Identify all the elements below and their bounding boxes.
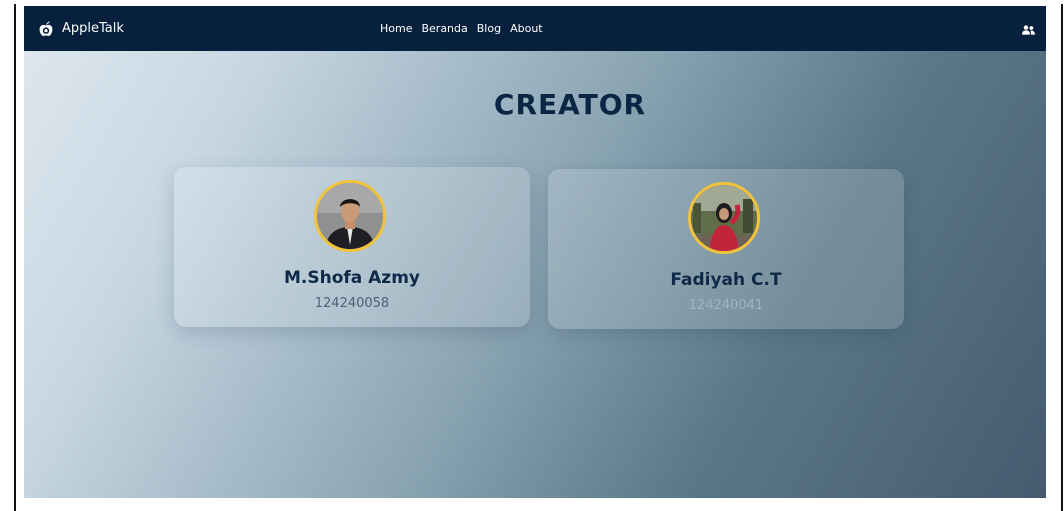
window-border-right <box>1061 4 1063 511</box>
profile-photo-icon <box>317 183 383 249</box>
nav-links: Home Beranda Blog About <box>380 6 543 51</box>
navbar: AppleTalk Home Beranda Blog About <box>24 6 1046 51</box>
profile-photo-icon <box>691 185 757 251</box>
avatar <box>688 182 760 254</box>
nav-link-beranda[interactable]: Beranda <box>421 22 467 35</box>
page-viewport: AppleTalk Home Beranda Blog About CREATO… <box>24 6 1046 498</box>
users-button[interactable] <box>1020 21 1036 37</box>
creator-card: Fadiyah C.T 124240041 <box>548 169 904 329</box>
window-border-left <box>14 4 16 511</box>
creator-name: M.Shofa Azmy <box>283 268 421 288</box>
users-icon <box>1021 20 1035 39</box>
screenshot-frame: AppleTalk Home Beranda Blog About CREATO… <box>0 0 1064 511</box>
page-title: CREATOR <box>493 88 647 121</box>
nav-link-home[interactable]: Home <box>380 22 412 35</box>
brand-name: AppleTalk <box>62 21 124 36</box>
brand-link[interactable]: AppleTalk <box>38 6 124 51</box>
nav-link-blog[interactable]: Blog <box>477 22 501 35</box>
nav-link-about[interactable]: About <box>510 22 543 35</box>
avatar <box>314 180 386 252</box>
creator-card: M.Shofa Azmy 124240058 <box>174 167 530 327</box>
creator-id: 124240041 <box>688 298 764 313</box>
creator-name: Fadiyah C.T <box>670 270 782 290</box>
creator-id: 124240058 <box>314 296 390 311</box>
apple-logo-icon <box>38 20 54 37</box>
